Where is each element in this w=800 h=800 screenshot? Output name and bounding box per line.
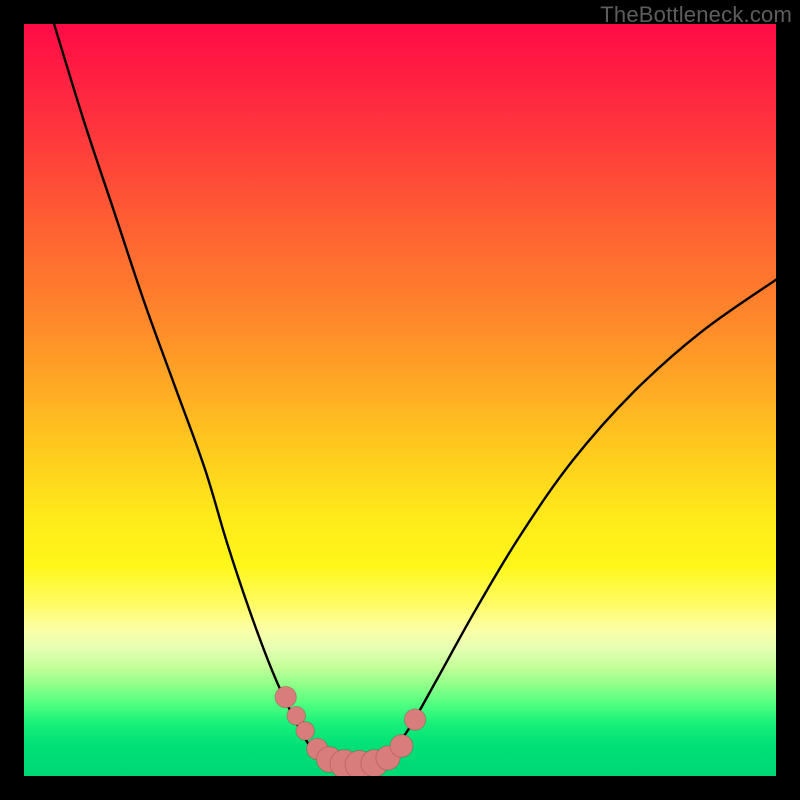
- marker-bead: [404, 709, 425, 730]
- marker-bead: [296, 722, 315, 741]
- valley-markers: [275, 686, 426, 776]
- bottleneck-curve: [54, 24, 776, 764]
- marker-bead: [390, 734, 413, 757]
- curve-layer: [24, 24, 776, 776]
- marker-bead: [275, 686, 296, 707]
